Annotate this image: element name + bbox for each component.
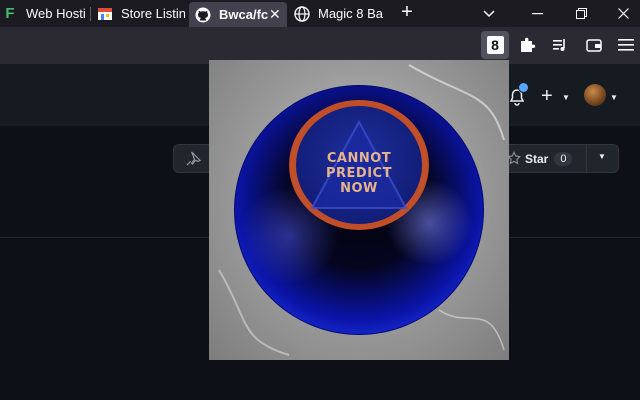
unread-notification-dot [518,82,529,93]
tab-github-repo[interactable]: Bwca/fc ✕ [189,2,287,27]
new-tab-button[interactable]: + [398,0,416,27]
answer-line: NOW [340,181,378,196]
magic-8-ball-popup: CANNOT PREDICT NOW [209,60,509,360]
tab-store-listing[interactable]: Store Listin [97,0,185,27]
eight-ball-icon: 8 [486,36,504,54]
user-avatar[interactable] [584,84,606,106]
user-menu-caret-icon[interactable]: ▼ [610,93,618,102]
close-tab-icon[interactable]: ✕ [269,6,281,23]
globe-icon [294,5,310,22]
star-count: 0 [554,151,573,166]
pin-icon [186,151,201,166]
star-list-dropdown[interactable]: ▼ [586,144,619,173]
github-icon [195,7,211,23]
magic-8-ball[interactable]: CANNOT PREDICT NOW [234,85,484,335]
hamburger-menu-icon [618,39,634,51]
answer-line: PREDICT [326,166,392,181]
tab-strip: F Web Hostin Store Listin Bwca/fc ✕ Magi… [0,0,640,27]
letter-f-icon: F [5,5,15,22]
star-icon [507,151,521,165]
restore-window-icon[interactable] [567,0,595,27]
browser-toolbar: 8 [0,27,640,64]
star-label: Star [525,151,549,166]
wallet-icon [586,39,602,52]
tab-label: Store Listin [121,6,185,21]
close-window-icon[interactable] [609,0,637,27]
chevron-down-icon: ▼ [598,152,606,161]
menu-button[interactable] [612,31,640,59]
media-control-button[interactable] [546,31,574,59]
extensions-button[interactable] [513,31,541,59]
star-button[interactable]: Star 0 [500,144,587,173]
puzzle-icon [521,37,536,52]
tab-magic-8-ball[interactable]: Magic 8 Ba [294,0,386,27]
store-icon [97,6,113,22]
minimize-window-icon[interactable] [523,0,551,27]
magic-8-ball-extension-button[interactable]: 8 [481,31,509,59]
create-menu-caret-icon[interactable]: ▼ [562,93,570,102]
answer-text: CANNOT PREDICT NOW [294,151,424,196]
playlist-icon [553,39,565,51]
tab-divider [90,7,91,21]
tab-list-chevron-icon[interactable] [475,0,503,27]
tab-label: Bwca/fc [219,7,269,22]
tab-label: Magic 8 Ba [318,6,384,21]
wallet-button[interactable] [580,31,608,59]
tab-label: Web Hostin [26,6,85,21]
answer-line: CANNOT [326,151,392,166]
create-new-plus-icon[interactable]: + [541,85,553,108]
tab-web-hosting[interactable]: F Web Hostin [0,0,85,27]
